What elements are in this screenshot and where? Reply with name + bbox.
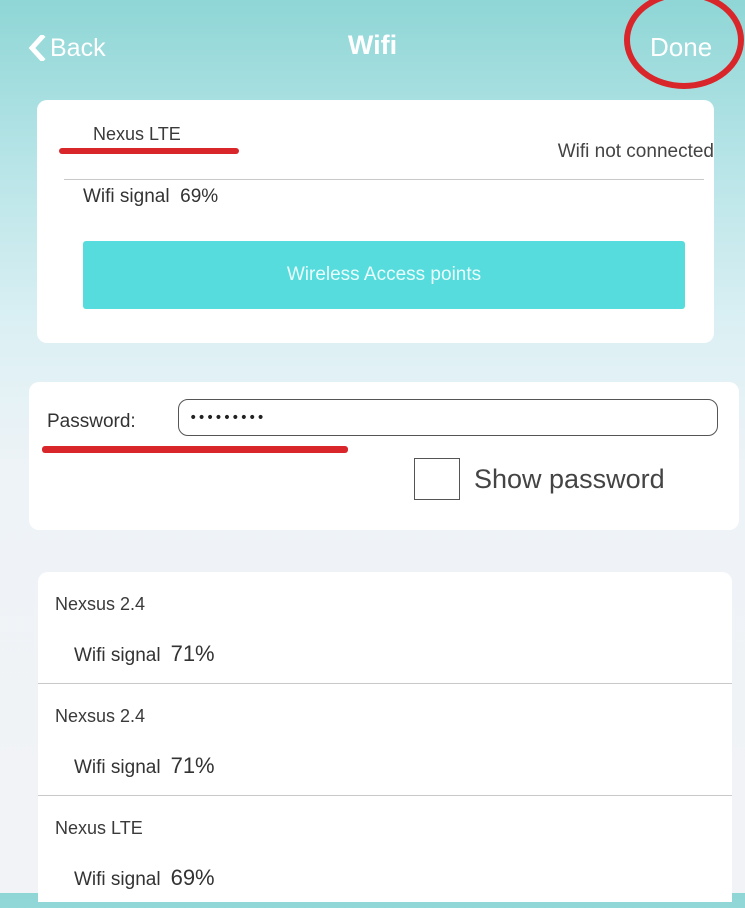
show-password-toggle[interactable]: Show password (414, 458, 665, 500)
current-network-card: Nexus LTE Wifi not connected Wifi signal… (37, 100, 714, 343)
done-button[interactable]: Done (650, 32, 712, 63)
ap-signal: Wifi signal 69% (74, 865, 215, 891)
show-password-checkbox[interactable] (414, 458, 460, 500)
annotation-underline (59, 148, 239, 154)
signal-value: 69% (170, 865, 215, 890)
list-item[interactable]: Nexus LTE Wifi signal 69% (38, 796, 732, 908)
list-item[interactable]: Nexsus 2.4 Wifi signal 71% (38, 572, 732, 684)
signal-label: Wifi signal (74, 645, 161, 666)
nav-bar: Back Wifi Done (0, 0, 745, 96)
password-input[interactable] (178, 399, 718, 436)
signal-value: 69% (180, 186, 219, 207)
signal-label: Wifi signal (74, 869, 161, 890)
ap-name: Nexsus 2.4 (55, 706, 146, 726)
current-signal: Wifi signal 69% (83, 186, 218, 208)
annotation-underline (42, 446, 348, 453)
ap-signal: Wifi signal 71% (74, 753, 215, 779)
divider (64, 179, 704, 180)
signal-label: Wifi signal (74, 757, 161, 778)
ap-name: Nexus LTE (55, 818, 143, 838)
page-title: Wifi (347, 30, 398, 60)
password-label: Password: (47, 411, 136, 432)
current-network-name: Nexus LTE (93, 124, 181, 144)
list-item[interactable]: Nexsus 2.4 Wifi signal 71% (38, 684, 732, 796)
ap-signal: Wifi signal 71% (74, 641, 215, 667)
access-point-list: Nexsus 2.4 Wifi signal 71% Nexsus 2.4 Wif… (38, 572, 732, 902)
password-card: Password: Show password (29, 382, 739, 530)
ap-name: Nexsus 2.4 (55, 594, 146, 614)
show-password-label: Show password (474, 463, 665, 494)
signal-value: 71% (170, 753, 215, 778)
signal-label: Wifi signal (83, 186, 170, 207)
connection-status: Wifi not connected (557, 141, 714, 162)
signal-value: 71% (170, 641, 215, 666)
wireless-access-points-button[interactable]: Wireless Access points (83, 241, 685, 309)
